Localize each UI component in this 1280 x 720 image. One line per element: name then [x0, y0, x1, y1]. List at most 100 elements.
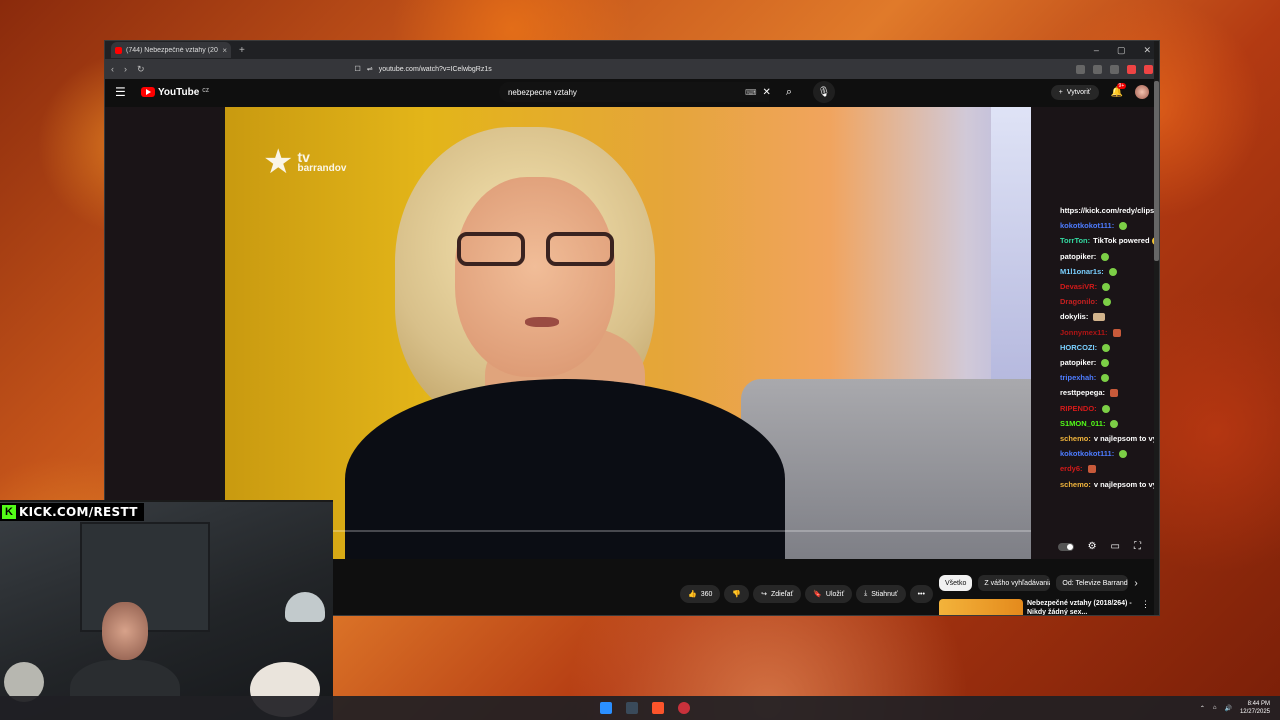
chevron-right-icon[interactable]: › — [1134, 578, 1137, 589]
notification-badge: 9+ — [1116, 82, 1127, 89]
download-button[interactable]: ⤓ Stiahnuť — [856, 585, 906, 603]
video-progress-bar[interactable] — [331, 530, 1031, 532]
save-label: Uložiť — [825, 590, 845, 598]
plus-icon: + — [1058, 88, 1063, 96]
chat-username: RIPENDO: — [1060, 403, 1097, 413]
chat-username: Dragonilo: — [1060, 297, 1098, 307]
video-person-mouth — [525, 317, 559, 327]
clock[interactable]: 8:44 PM 12/27/2025 — [1240, 700, 1270, 716]
settings-gear-icon[interactable]: ⚙ — [1088, 541, 1097, 552]
chat-message: kokotkokot111: — [1060, 218, 1159, 233]
chat-text: https://kick.com/redy/clips/clip_01KDGHM… — [1060, 206, 1160, 215]
more-vert-icon[interactable]: ⋮ — [1141, 599, 1150, 615]
tab-youtube[interactable]: (744) Nebezpečné vztahy (2018/ × — [111, 42, 231, 58]
autoplay-toggle-icon[interactable] — [1057, 543, 1074, 551]
player-controls: ⚙ ▭ ⛶ — [1057, 541, 1141, 552]
chip-from-search[interactable]: Z vášho vyhľadávania — [978, 575, 1051, 591]
watermark-sub: barrandov — [297, 163, 347, 174]
chat-emote-icon — [1102, 343, 1111, 352]
chip-all[interactable]: Všetko — [939, 575, 973, 591]
chip-from-channel[interactable]: Od: Televize Barrandov — [1056, 575, 1129, 591]
windows-taskbar: ⌃ ⌂ 🔊 8:44 PM 12/27/2025 — [0, 696, 1280, 720]
suggested-video-title[interactable]: Nebezpečné vztahy (2018/264) - Nikdy žád… — [1027, 599, 1137, 615]
scrollbar-thumb[interactable] — [1154, 81, 1159, 261]
reload-icon[interactable]: ↻ — [137, 64, 145, 75]
download-icon: ⤓ — [864, 590, 868, 597]
extension-icon[interactable] — [1076, 64, 1085, 74]
related-filter-chips: Všetko Z vášho vyhľadávania Od: Televize… — [939, 575, 1138, 591]
chat-emote-icon — [1087, 465, 1096, 474]
share-arrow-icon: ↪ — [761, 591, 767, 598]
chat-message: DevasiVR: — [1060, 279, 1159, 294]
taskbar-apps — [600, 702, 690, 714]
suggested-video-thumbnail[interactable] — [939, 599, 1023, 615]
maximize-button[interactable]: ▢ — [1117, 45, 1126, 56]
more-actions-button[interactable]: ••• — [909, 585, 933, 603]
forward-icon[interactable]: › — [124, 64, 127, 74]
chat-emote-icon — [1101, 374, 1110, 383]
windows-start-icon[interactable] — [600, 702, 612, 714]
bookmark-icon[interactable]: ☐ — [355, 65, 361, 73]
page-scrollbar[interactable] — [1154, 41, 1159, 615]
chat-username: M1l1onar1s: — [1060, 266, 1104, 276]
video-frame[interactable]: ★ tv barrandov — [225, 107, 1031, 559]
share-button[interactable]: ↪ Zdieľať — [753, 585, 802, 603]
tab-title: (744) Nebezpečné vztahy (2018/ — [126, 46, 219, 54]
clear-search-icon[interactable]: ✕ — [763, 87, 771, 98]
star-logo-icon: ★ — [263, 143, 294, 181]
watermark-main: tv — [297, 149, 310, 165]
youtube-header: ☰ YouTube CZ ⌨ ✕ ⌕ 🎙 + Vytvoriť 🔔9+ — [105, 79, 1159, 105]
chat-username: S1MON_011: — [1060, 418, 1106, 428]
translate-icon[interactable] — [1093, 64, 1102, 74]
tray-chevron-icon[interactable]: ⌃ — [1200, 705, 1205, 712]
suggested-video[interactable]: Nebezpečné vztahy (2018/264) - Nikdy žád… — [939, 599, 1150, 615]
save-button[interactable]: 🔖 Uložiť — [805, 585, 853, 603]
chat-username: schemo: — [1060, 479, 1091, 489]
kick-logo-icon: K — [2, 505, 16, 519]
create-button[interactable]: + Vytvoriť — [1050, 84, 1099, 100]
notifications-bell-icon[interactable]: 🔔 9+ — [1111, 82, 1127, 98]
network-icon[interactable]: ⌂ — [1213, 705, 1217, 711]
file-explorer-icon[interactable] — [626, 702, 638, 714]
brave-browser-icon[interactable] — [652, 702, 664, 714]
chat-text: v najlepsom to vypol — [1093, 434, 1159, 444]
clock-date: 12/27/2025 — [1239, 709, 1270, 715]
chat-username: dokylis: — [1060, 312, 1089, 322]
close-window-button[interactable]: ✕ — [1143, 45, 1151, 56]
back-icon[interactable]: ‹ — [111, 64, 114, 74]
video-player[interactable]: ★ tv barrandov ⚙ ▭ ⛶ https://kick.com/re… — [105, 107, 1160, 559]
like-button[interactable]: 👍 360 — [680, 585, 721, 603]
microphone-icon[interactable]: 🎙 — [812, 81, 835, 103]
url-field[interactable]: ☐ ⇌ youtube.com/watch?v=ICelwbgRz1s — [355, 62, 795, 77]
new-tab-button[interactable]: + — [239, 45, 245, 56]
chat-emote-icon — [1101, 359, 1110, 368]
chat-message: M1l1onar1s: — [1060, 264, 1159, 279]
chat-username: kokotkokot111: — [1060, 221, 1115, 231]
close-tab-icon[interactable]: × — [222, 46, 227, 55]
chat-message: dokylis: — [1060, 309, 1159, 324]
shield-icon[interactable] — [1127, 64, 1136, 74]
youtube-logo[interactable]: YouTube CZ — [141, 87, 209, 98]
keyboard-icon[interactable]: ⌨ — [745, 88, 757, 97]
chat-emote-icon — [1102, 283, 1111, 292]
dislike-button[interactable]: 👎 — [724, 585, 750, 603]
header-actions: + Vytvoriť 🔔 9+ — [1050, 82, 1149, 100]
obs-icon[interactable] — [678, 702, 690, 714]
rewards-icon[interactable] — [1144, 64, 1153, 74]
search-icon[interactable]: ⌕ — [777, 86, 801, 99]
avatar[interactable] — [1135, 85, 1149, 99]
chat-message: TorrTon: TikTok powered — [1060, 233, 1159, 248]
miniplayer-icon[interactable]: ▭ — [1111, 541, 1120, 552]
fullscreen-icon[interactable]: ⛶ — [1134, 541, 1141, 552]
chat-username: patopiker: — [1060, 251, 1097, 261]
chat-emote-icon — [1110, 419, 1119, 428]
volume-icon[interactable]: 🔊 — [1224, 705, 1231, 712]
hamburger-menu-icon[interactable]: ☰ — [115, 85, 131, 99]
search-input[interactable] — [498, 82, 769, 102]
minimize-button[interactable]: – — [1094, 45, 1099, 56]
tab-bar: (744) Nebezpečné vztahy (2018/ × + – ▢ ✕ — [105, 41, 1159, 59]
kick-channel-banner: K KICK.COM/RESTT — [0, 503, 144, 521]
kick-url-text: KICK.COM/RESTT — [19, 505, 138, 519]
share-icon[interactable] — [1110, 64, 1119, 74]
site-info-icon[interactable]: ⇌ — [367, 65, 373, 73]
